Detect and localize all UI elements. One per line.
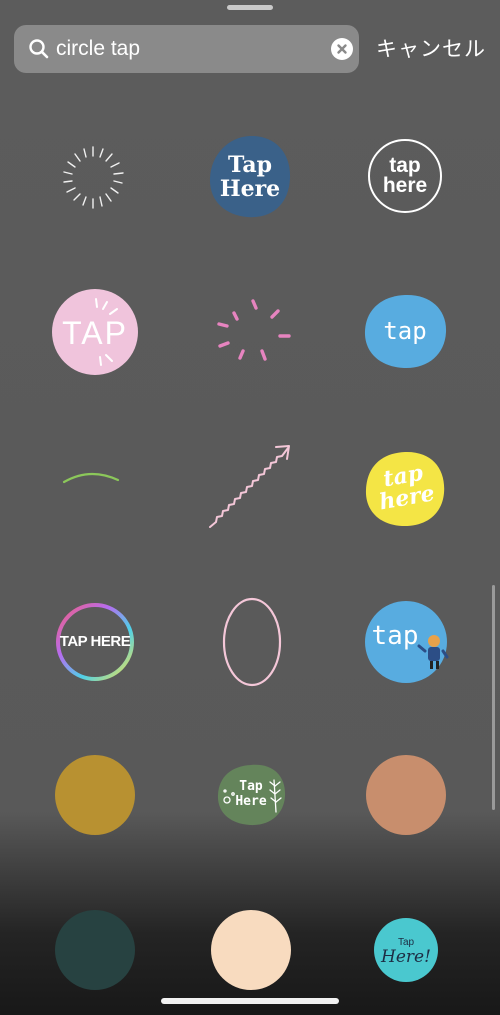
sticker-text: tap — [389, 154, 421, 177]
sticker-tap-blue[interactable]: tap — [350, 277, 460, 387]
sticker-text: here — [382, 174, 428, 197]
sticker-mustard-circle[interactable] — [40, 740, 150, 850]
sticker-tap-here-gradient[interactable]: TAP HERE — [40, 587, 150, 697]
sticker-burst-pink[interactable] — [198, 277, 308, 387]
sticker-text: tap — [383, 317, 427, 345]
sticker-text: tap — [371, 621, 419, 651]
sticker-text: Tap — [228, 152, 272, 178]
search-input[interactable] — [56, 35, 326, 63]
oval-outline-shape — [222, 597, 282, 687]
sunburst-icon — [63, 146, 124, 209]
sticker-tap-here-teal[interactable]: Tap Here! — [351, 895, 461, 1005]
sticker-dark-teal-circle[interactable] — [40, 895, 150, 1005]
arrow-icon — [209, 445, 290, 528]
sticker-pink-oval[interactable] — [197, 587, 307, 697]
sticker-squiggle-arrow[interactable] — [198, 430, 308, 540]
scrollbar[interactable] — [492, 585, 495, 810]
search-icon — [29, 39, 49, 59]
burst-icon — [217, 299, 291, 361]
cancel-button[interactable]: キャンセル — [376, 33, 486, 63]
sticker-text: TAP HERE — [59, 633, 131, 650]
sticker-tap-here-green[interactable]: Tap Here — [196, 740, 306, 850]
sticker-tap-here-yellow[interactable]: tap here — [350, 435, 460, 545]
sticker-tap-here-outline[interactable]: tap here — [350, 123, 460, 233]
sticker-sunburst[interactable] — [38, 123, 148, 233]
arc-icon — [62, 472, 120, 484]
terracotta-circle-shape — [366, 755, 446, 835]
home-indicator[interactable] — [161, 998, 339, 1004]
sheet-grabber[interactable] — [227, 5, 273, 10]
sticker-text: Tap — [239, 779, 263, 794]
sticker-terracotta-circle[interactable] — [351, 740, 461, 850]
sticker-tap-mascot[interactable]: tap — [351, 587, 461, 697]
sticker-text: Here — [219, 176, 281, 202]
search-bar[interactable] — [14, 25, 359, 73]
dark-teal-circle-shape — [55, 910, 135, 990]
sticker-text: Here! — [381, 947, 431, 967]
sticker-tap-pink[interactable]: TAP — [40, 277, 150, 387]
sticker-green-arc[interactable] — [38, 425, 148, 535]
sticker-text: Here — [235, 794, 267, 809]
peach-circle-shape — [211, 910, 291, 990]
clear-search-icon[interactable] — [331, 38, 353, 60]
sticker-tap-here-blue[interactable]: Tap Here — [195, 123, 305, 233]
sticker-peach-circle[interactable] — [196, 895, 306, 1005]
sticker-text: TAP — [62, 315, 128, 351]
mustard-circle-shape — [55, 755, 135, 835]
